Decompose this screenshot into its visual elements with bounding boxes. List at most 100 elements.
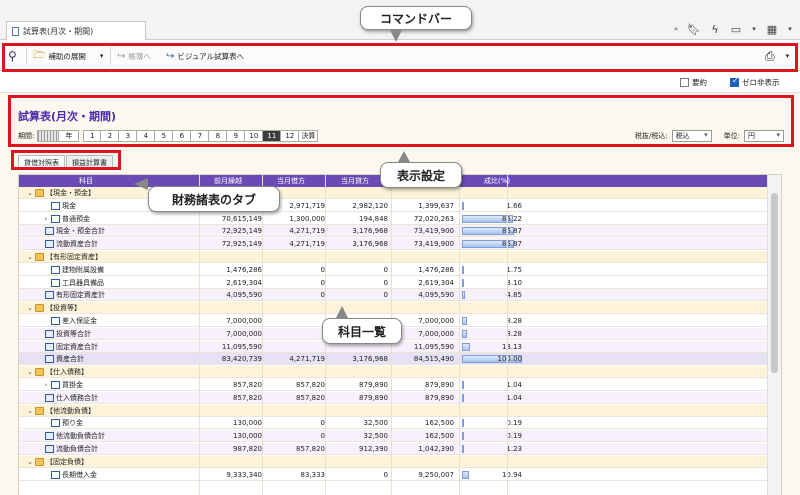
ratio-cell: 8.28	[506, 329, 522, 338]
ratio-cell: 3.10	[506, 278, 522, 287]
summary-checkbox[interactable]: 要約	[680, 77, 707, 88]
menu-arrow-icon[interactable]: ▾	[786, 22, 794, 36]
table-row[interactable]: 有形固定資産計 4,095,590 0 0 4,095,590 4.85	[19, 289, 768, 302]
account-name-cell: 工具器具備品	[41, 277, 221, 289]
zero-hide-checkbox-box[interactable]	[730, 76, 739, 87]
callout-tail	[134, 178, 148, 190]
window-icon[interactable]: ▭	[729, 22, 743, 36]
ratio-cell: 0.19	[506, 432, 522, 441]
account-name: 【現金・預金】	[46, 189, 95, 197]
scrollbar-thumb[interactable]	[771, 193, 778, 373]
overflow-chevron-icon[interactable]: »	[672, 22, 680, 36]
account-icon	[51, 470, 60, 479]
debit-cell: 857,820	[296, 445, 325, 453]
subtotal-icon	[45, 291, 54, 300]
ratio-cell: 1.23	[506, 445, 522, 453]
balance-cell: 73,419,900	[413, 240, 454, 249]
document-tab-label: 試算表(月次・期間)	[23, 26, 94, 36]
balance-cell: 1,042,390	[418, 445, 454, 453]
expand-toggle-icon[interactable]: ⌄	[25, 458, 35, 466]
vertical-scrollbar[interactable]	[767, 175, 781, 495]
account-name: 【有形固定資産】	[46, 253, 102, 261]
table-row[interactable]: 現金・預金合計 72,925,149 4,271,719 3,176,968 73,41…	[19, 225, 768, 238]
balance-cell: 7,000,000	[418, 329, 454, 338]
expand-toggle-icon[interactable]: ⌄	[25, 368, 35, 376]
account-name-cell: 現金・預金合計	[35, 225, 215, 237]
account-name: 【他流動負債】	[46, 406, 95, 415]
table-row[interactable]: ⌄ 【他流動負債】	[19, 404, 768, 417]
account-name-cell: 固定資産合計	[35, 341, 215, 353]
expand-toggle-icon[interactable]: ⌄	[25, 407, 35, 415]
table-row[interactable]: › 買掛金 857,820 857,820 879,890 879,890 1.04	[19, 379, 768, 391]
folder-icon	[35, 406, 44, 415]
folder-icon	[35, 189, 44, 197]
table-row[interactable]: ⌄ 【投資等】	[19, 302, 768, 315]
table-row[interactable]: 長期借入金 9,333,340 83,333 0 9,250,007 10.94	[19, 469, 768, 481]
debit-cell: 0	[320, 432, 325, 441]
display-settings-highlight	[8, 95, 794, 147]
bookmark-icon[interactable]: 🔖︎	[687, 22, 701, 36]
dropdown-arrow-icon[interactable]: ▾	[750, 22, 758, 36]
debit-cell: 0	[320, 278, 325, 287]
subtotal-icon	[45, 393, 54, 402]
ratio-cell: 0.19	[506, 419, 522, 428]
account-name: 流動負債合計	[56, 445, 98, 453]
ratio-cell: 1.66	[506, 201, 522, 210]
callout-tail	[390, 30, 402, 42]
expand-toggle-icon[interactable]: ›	[41, 215, 51, 223]
expand-toggle-icon[interactable]: ›	[41, 381, 51, 389]
table-row[interactable]: › 普通預金 70,615,149 1,300,000 194,848 72,020,26…	[19, 213, 768, 225]
callout-statement-tabs: 財務諸表のタブ	[148, 186, 280, 212]
table-row[interactable]: 建物附属設備 1,476,286 0 0 1,476,286 1.75	[19, 264, 768, 276]
table-row[interactable]: 仕入債務合計 857,820 857,820 879,890 879,890 1.04	[19, 391, 768, 404]
account-name: 現金・預金合計	[56, 227, 105, 236]
account-name-cell: ⌄ 【他流動負債】	[25, 405, 205, 417]
expand-toggle-icon[interactable]: ⌄	[25, 304, 35, 312]
ratio-cell: 1.04	[506, 393, 522, 402]
subtotal-icon	[45, 240, 54, 249]
table-row[interactable]: 現金 2,971,719 2,982,120 1,399,637 1.66	[19, 200, 768, 212]
account-icon	[51, 419, 60, 428]
summary-checkbox-box[interactable]	[680, 78, 689, 87]
table-row[interactable]: 資産合計 83,420,739 4,271,719 3,176,968 84,515,4…	[19, 353, 768, 366]
ratio-cell: 13.13	[501, 342, 522, 351]
account-name: 他流動負債合計	[56, 432, 105, 441]
flash-icon[interactable]: ϟ	[708, 22, 722, 36]
folder-icon	[35, 304, 44, 313]
account-name-cell: 資産合計	[35, 353, 215, 365]
table-row[interactable]: ⌄ 【仕入債務】	[19, 366, 768, 379]
balance-cell: 879,890	[425, 393, 454, 402]
summary-label: 要約	[692, 78, 707, 87]
account-name: 普通預金	[62, 214, 90, 223]
calendar-icon[interactable]: ▦	[765, 22, 779, 36]
table-row[interactable]: 流動負債合計 987,820 857,820 912,390 1,042,390 1.23	[19, 443, 768, 455]
debit-cell: 4,271,719	[289, 227, 325, 236]
callout-display-settings: 表示設定	[380, 162, 462, 188]
account-name-cell: 建物附属設備	[41, 264, 221, 276]
debit-cell: 1,300,000	[289, 214, 325, 223]
debit-cell: 0	[320, 265, 325, 274]
expand-toggle-icon[interactable]: ⌄	[25, 253, 35, 261]
table-row[interactable]: ⌄ 【固定負債】	[19, 455, 768, 468]
ratio-cell: 100.00	[497, 355, 523, 364]
table-row[interactable]: ⌄ 【有形固定資産】	[19, 251, 768, 263]
account-name-cell: 預り金	[41, 417, 221, 429]
document-tab[interactable]: 試算表(月次・期間)	[6, 21, 146, 40]
ratio-cell: 1.75	[506, 265, 522, 274]
prev-balance-cell: 70,615,149	[221, 214, 262, 223]
table-row[interactable]: 他流動負債合計 130,000 0 32,500 162,500 0.19	[19, 430, 768, 443]
debit-cell: 857,820	[296, 381, 325, 389]
balance-cell: 11,095,590	[413, 342, 454, 351]
expand-toggle-icon[interactable]: ⌄	[25, 189, 35, 197]
header-prev-balance: 前月繰越	[214, 177, 242, 185]
table-row[interactable]: 流動資産合計 72,925,149 4,271,719 3,176,968 73,419…	[19, 238, 768, 251]
table-row[interactable]: 工具器具備品 2,619,304 0 0 2,619,304 3.10	[19, 277, 768, 289]
prev-balance-cell: 130,000	[233, 432, 262, 441]
table-row[interactable]: ⌄ 【現金・預金】	[19, 187, 768, 199]
table-row[interactable]: 預り金 130,000 0 32,500 162,500 0.19	[19, 417, 768, 430]
credit-cell: 879,890	[359, 393, 388, 402]
account-name-cell: 仕入債務合計	[35, 392, 215, 404]
account-name-cell: 流動資産合計	[35, 238, 215, 250]
title-icons: » 🔖︎ ϟ ▭ ▾ ▦ ▾	[672, 22, 794, 36]
zero-hide-checkbox[interactable]: ゼロ非表示	[730, 76, 780, 88]
